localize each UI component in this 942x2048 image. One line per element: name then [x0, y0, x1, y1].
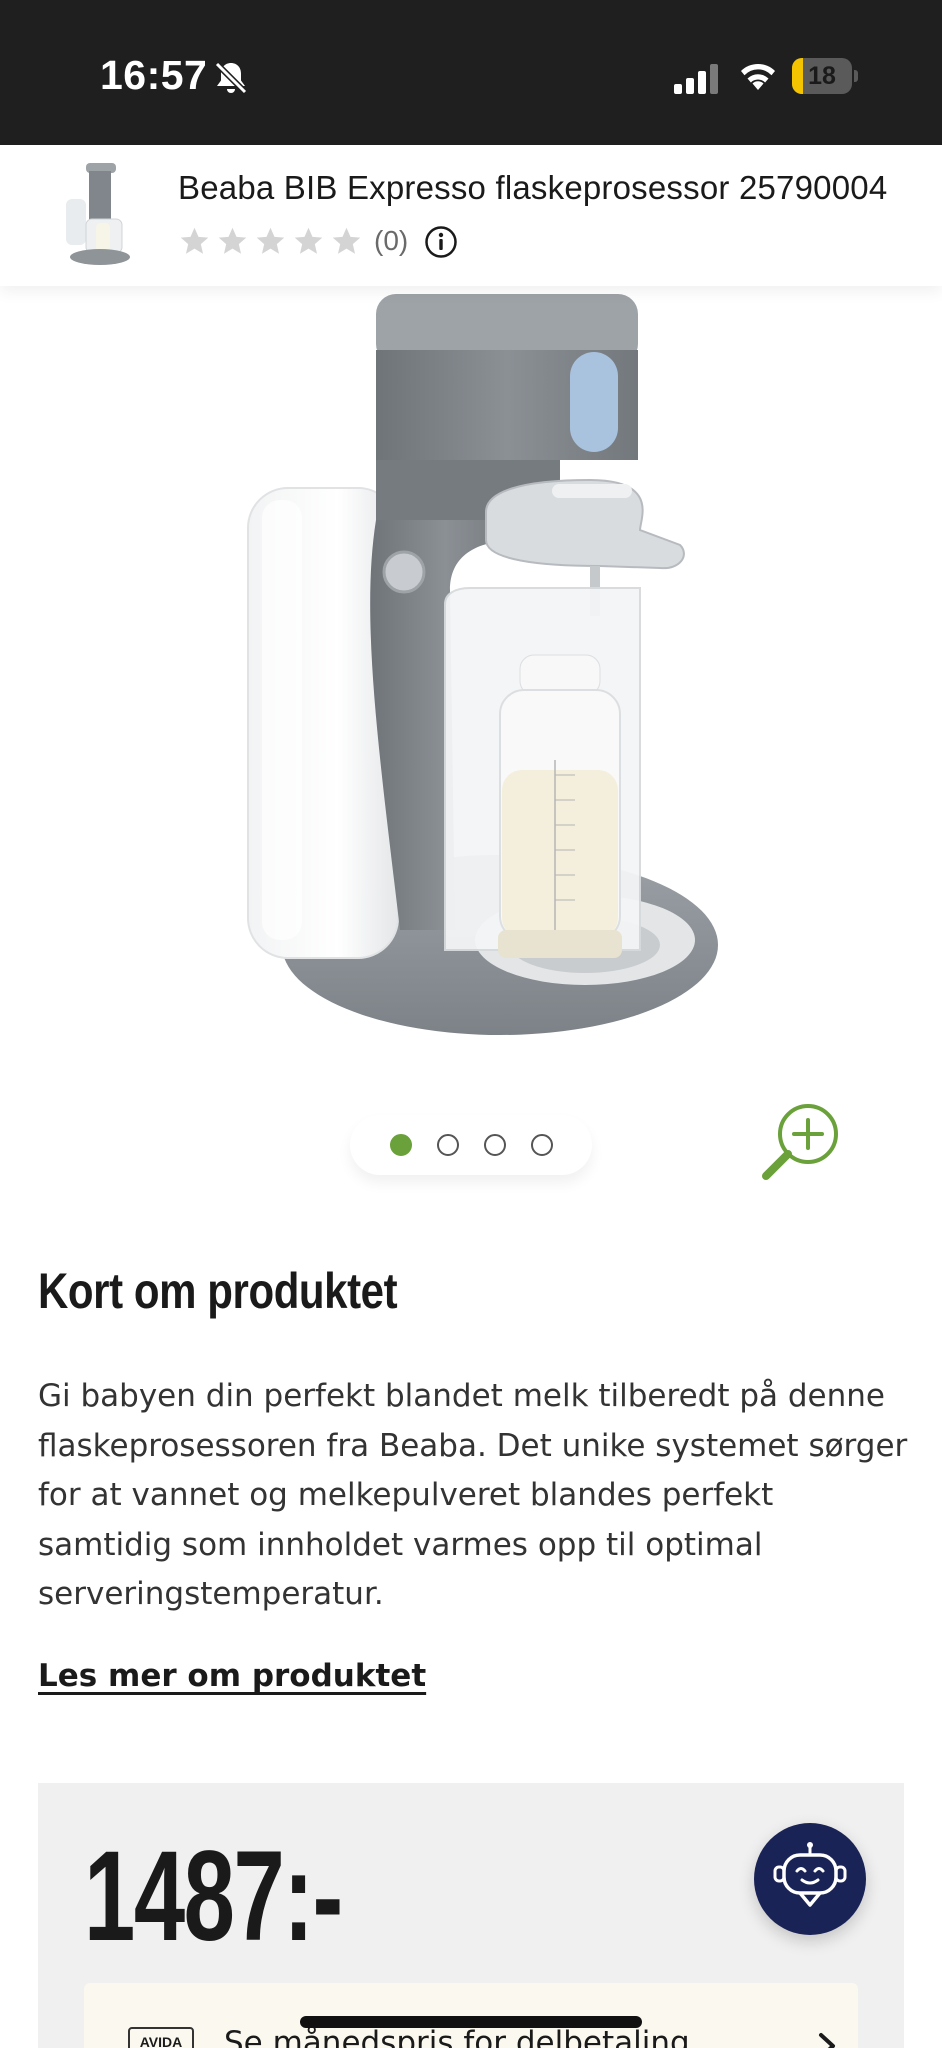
- star-icon: [332, 227, 361, 254]
- wifi-icon: [741, 63, 775, 90]
- chevron-right-icon: [819, 2033, 835, 2048]
- carousel-dot-4[interactable]: [530, 1134, 553, 1156]
- star-icon: [256, 227, 285, 254]
- status-time: 16:57: [100, 52, 208, 98]
- star-icon: [218, 227, 247, 254]
- chatbot-button[interactable]: [754, 1823, 866, 1935]
- info-icon[interactable]: [424, 225, 458, 259]
- price: 1487:-: [84, 1825, 343, 1968]
- carousel-dot-3[interactable]: [483, 1134, 506, 1156]
- star-icon: [180, 227, 209, 254]
- product-title: Beaba BIB Expresso flaskeprosessor 25790…: [178, 169, 888, 206]
- battery-level: 18: [808, 62, 836, 90]
- read-more-link[interactable]: Les mer om produktet: [38, 1658, 426, 1694]
- zoom-in-icon[interactable]: [760, 1100, 844, 1184]
- carousel-dot-1[interactable]: [389, 1134, 412, 1156]
- rating-stars[interactable]: [178, 225, 363, 258]
- chatbot-icon: [773, 1842, 847, 1907]
- product-image[interactable]: [0, 286, 942, 1066]
- carousel-dot-2[interactable]: [436, 1134, 459, 1156]
- battery-icon: 18: [792, 58, 858, 94]
- product-thumbnail[interactable]: [56, 159, 136, 271]
- home-indicator: [300, 2016, 642, 2028]
- price-box: 1487:- AVIDA Se månedspris for delbetali…: [38, 1783, 904, 2048]
- avida-logo: AVIDA: [128, 2027, 194, 2048]
- product-description: Gi babyen din perfekt blandet melk tilbe…: [38, 1378, 908, 1612]
- bell-slash-icon: [214, 61, 248, 95]
- section-heading: Kort om produktet: [38, 1263, 398, 1319]
- product-header: Beaba BIB Expresso flaskeprosessor 25790…: [0, 145, 942, 286]
- star-icon: [294, 227, 323, 254]
- finance-link[interactable]: Se månedspris for delbetaling: [224, 2025, 690, 2048]
- status-bar: 16:57 18: [0, 0, 942, 145]
- carousel-pagination: [350, 1115, 592, 1175]
- rating-count[interactable]: (0): [374, 225, 408, 257]
- cellular-signal-icon: [674, 64, 718, 94]
